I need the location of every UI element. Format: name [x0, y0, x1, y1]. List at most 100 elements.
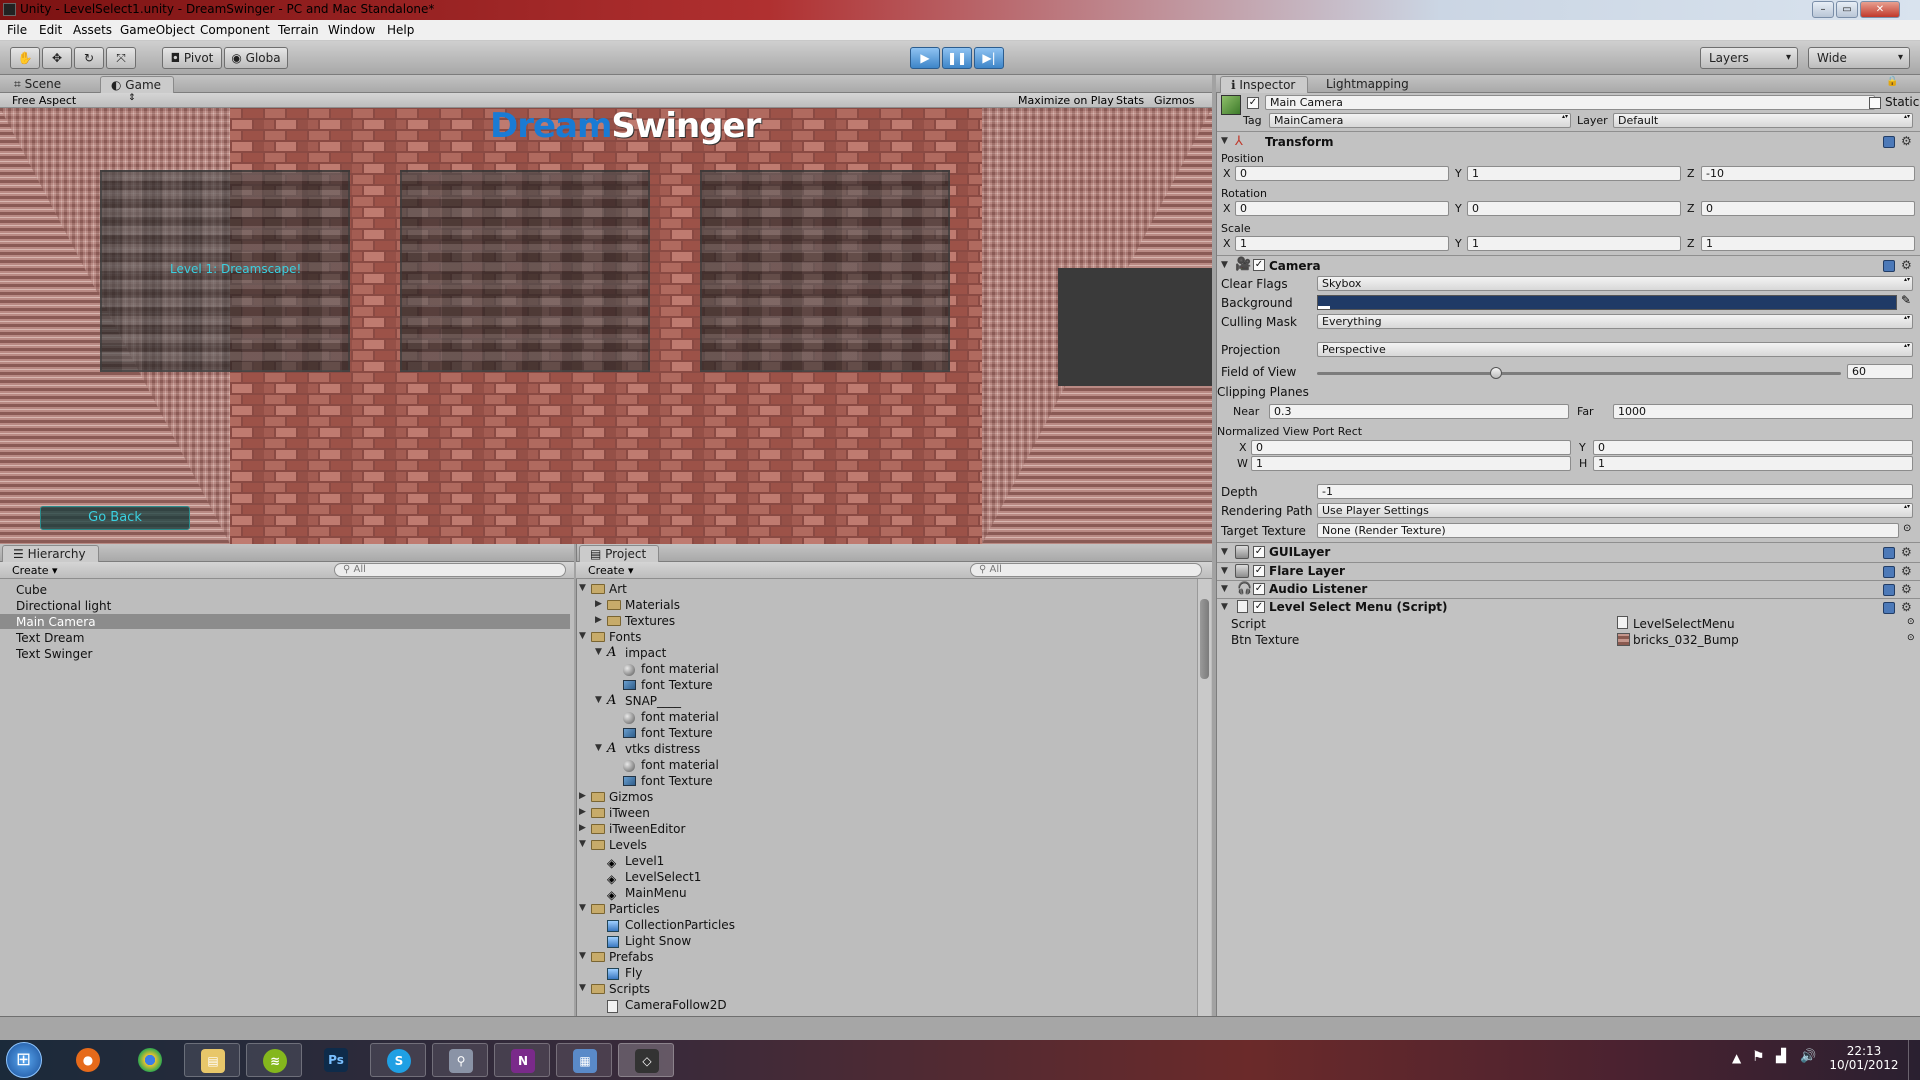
- viewport-y-input[interactable]: 0: [1593, 440, 1913, 455]
- tab-lightmapping[interactable]: Lightmapping: [1316, 76, 1421, 93]
- project-item[interactable]: Fonts: [609, 630, 641, 644]
- gear-icon[interactable]: ⚙: [1901, 258, 1912, 272]
- project-item[interactable]: Particles: [609, 902, 660, 916]
- project-item[interactable]: font Texture: [641, 726, 713, 740]
- rendering-path-dropdown[interactable]: Use Player Settings: [1317, 503, 1913, 518]
- project-item[interactable]: font Texture: [641, 678, 713, 692]
- taskbar-tool[interactable]: ⚲: [432, 1043, 488, 1077]
- help-icon[interactable]: [1883, 547, 1895, 559]
- script-value[interactable]: LevelSelectMenu: [1633, 617, 1735, 631]
- object-picker-icon[interactable]: ⊙: [1903, 523, 1911, 534]
- project-item[interactable]: iTween: [609, 806, 650, 820]
- background-color-swatch[interactable]: [1317, 295, 1897, 310]
- viewport-x-input[interactable]: 0: [1251, 440, 1571, 455]
- foldout-arrow[interactable]: ▼: [579, 839, 586, 849]
- foldout-arrow[interactable]: ▼: [579, 983, 586, 993]
- scale-icon[interactable]: ⤧: [106, 47, 136, 69]
- project-item[interactable]: Level1: [625, 854, 664, 868]
- foldout-arrow[interactable]: ▶: [579, 791, 586, 801]
- menu-edit[interactable]: Edit: [39, 23, 62, 37]
- tray-expand-icon[interactable]: ▲: [1732, 1051, 1741, 1065]
- camera-enabled-checkbox[interactable]: ✓: [1253, 259, 1265, 271]
- help-icon[interactable]: [1883, 602, 1895, 614]
- foldout-arrow[interactable]: ▼: [595, 647, 602, 657]
- step-button[interactable]: ▶|: [974, 47, 1004, 69]
- project-item[interactable]: Light Snow: [625, 934, 691, 948]
- rotation-z-input[interactable]: 0: [1701, 201, 1915, 216]
- culling-mask-dropdown[interactable]: Everything: [1317, 314, 1913, 329]
- help-icon[interactable]: [1883, 260, 1895, 272]
- transform-foldout-arrow[interactable]: ▼: [1221, 136, 1228, 146]
- level-button-2[interactable]: [400, 170, 650, 372]
- fov-input[interactable]: 60: [1847, 364, 1913, 379]
- project-item[interactable]: CameraFollow2D: [625, 998, 727, 1012]
- gear-icon[interactable]: ⚙: [1901, 600, 1912, 614]
- global-toggle[interactable]: ◉ Globa: [224, 47, 288, 69]
- menu-assets[interactable]: Assets: [73, 23, 112, 37]
- project-item[interactable]: Fly: [625, 966, 642, 980]
- layer-dropdown[interactable]: Default: [1613, 113, 1913, 128]
- project-create-button[interactable]: Create ▾: [588, 564, 634, 577]
- taskbar-unity[interactable]: ◇: [618, 1043, 674, 1077]
- aspect-dropdown[interactable]: Free Aspect: [12, 94, 76, 107]
- foldout-arrow[interactable]: ▶: [579, 807, 586, 817]
- pivot-toggle[interactable]: ◘ Pivot: [162, 47, 222, 69]
- gizmos-dropdown[interactable]: Gizmos: [1154, 94, 1195, 107]
- gear-icon[interactable]: ⚙: [1901, 564, 1912, 578]
- minimize-button[interactable]: –: [1812, 1, 1834, 18]
- position-y-input[interactable]: 1: [1467, 166, 1681, 181]
- hierarchy-item-cube[interactable]: Cube: [16, 583, 47, 597]
- game-view[interactable]: DreamSwinger Level 1: Dreamscape! Go Bac…: [0, 108, 1212, 544]
- hierarchy-item-text-swinger[interactable]: Text Swinger: [16, 647, 92, 661]
- project-item[interactable]: Art: [609, 582, 627, 596]
- hierarchy-item-directional-light[interactable]: Directional light: [16, 599, 111, 613]
- project-item[interactable]: Textures: [625, 614, 675, 628]
- start-button[interactable]: ⊞: [6, 1042, 42, 1078]
- foldout-arrow[interactable]: ▼: [595, 695, 602, 705]
- menu-file[interactable]: File: [7, 23, 27, 37]
- flare-layer-foldout-arrow[interactable]: ▼: [1221, 566, 1228, 576]
- foldout-arrow[interactable]: ▼: [579, 631, 586, 641]
- taskbar-onenote[interactable]: N: [494, 1043, 550, 1077]
- foldout-arrow[interactable]: ▶: [579, 823, 586, 833]
- fov-slider-track[interactable]: [1317, 367, 1841, 379]
- level-select-menu-enabled-checkbox[interactable]: ✓: [1253, 601, 1265, 613]
- audio-listener-foldout-arrow[interactable]: ▼: [1221, 584, 1228, 594]
- project-item[interactable]: font material: [641, 662, 719, 676]
- object-picker-icon[interactable]: ⊙: [1907, 617, 1915, 627]
- gear-icon[interactable]: ⚙: [1901, 545, 1912, 559]
- tag-dropdown[interactable]: MainCamera: [1269, 113, 1571, 128]
- maximize-button[interactable]: ▭: [1836, 1, 1858, 18]
- viewport-h-input[interactable]: 1: [1593, 456, 1913, 471]
- hierarchy-item-text-dream[interactable]: Text Dream: [16, 631, 84, 645]
- project-item[interactable]: Materials: [625, 598, 680, 612]
- gear-icon[interactable]: ⚙: [1901, 582, 1912, 596]
- volume-icon[interactable]: 🔊: [1800, 1049, 1816, 1064]
- tab-project[interactable]: ▤ Project: [579, 545, 660, 562]
- level-button-3[interactable]: [700, 170, 950, 372]
- action-center-flag-icon[interactable]: ⚑: [1752, 1049, 1765, 1065]
- rotation-x-input[interactable]: 0: [1235, 201, 1449, 216]
- foldout-arrow[interactable]: ▶: [595, 599, 602, 609]
- object-picker-icon[interactable]: ⊙: [1907, 633, 1915, 643]
- rotation-y-input[interactable]: 0: [1467, 201, 1681, 216]
- gear-icon[interactable]: ⚙: [1901, 134, 1912, 148]
- level-select-menu-foldout-arrow[interactable]: ▼: [1221, 602, 1228, 612]
- network-signal-icon[interactable]: ▟: [1776, 1049, 1786, 1064]
- object-name-input[interactable]: Main Camera: [1265, 95, 1875, 110]
- foldout-arrow[interactable]: ▼: [579, 951, 586, 961]
- project-item[interactable]: font Texture: [641, 774, 713, 788]
- project-search-input[interactable]: ⚲ All: [970, 563, 1202, 577]
- help-icon[interactable]: [1883, 566, 1895, 578]
- taskbar-photoshop[interactable]: Ps: [308, 1043, 364, 1077]
- taskbar-chrome[interactable]: [122, 1043, 178, 1077]
- far-input[interactable]: 1000: [1613, 404, 1913, 419]
- project-item[interactable]: font material: [641, 710, 719, 724]
- camera-foldout-arrow[interactable]: ▼: [1221, 260, 1228, 270]
- help-icon[interactable]: [1883, 584, 1895, 596]
- foldout-arrow[interactable]: ▶: [595, 615, 602, 625]
- project-item[interactable]: vtks distress: [625, 742, 700, 756]
- taskbar-explorer[interactable]: ▤: [184, 1043, 240, 1077]
- project-item[interactable]: Gizmos: [609, 790, 653, 804]
- foldout-arrow[interactable]: ▼: [579, 583, 586, 593]
